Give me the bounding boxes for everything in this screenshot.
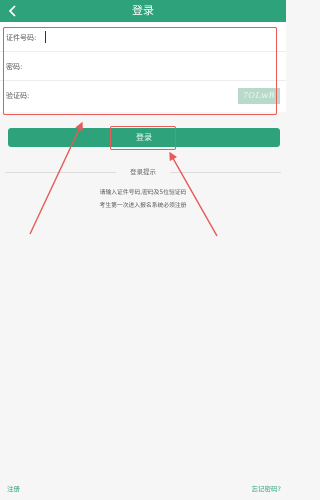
annotation-box-button [110, 126, 176, 150]
hint-line-1: 请输入证件号码,密码及5位验证码 [99, 190, 187, 196]
hint-line-2: 考生第一次进入报名系统必须注册 [99, 203, 187, 209]
register-link[interactable]: 注册 [7, 484, 20, 494]
page-title: 登录 [132, 4, 154, 17]
forgot-password-link[interactable]: 忘记密码? [252, 484, 281, 494]
annotation-box-form [3, 27, 277, 115]
login-hint-divider: 登录提示 [5, 167, 281, 179]
divider-right [170, 172, 281, 173]
header-bar: 登录 [0, 0, 286, 22]
